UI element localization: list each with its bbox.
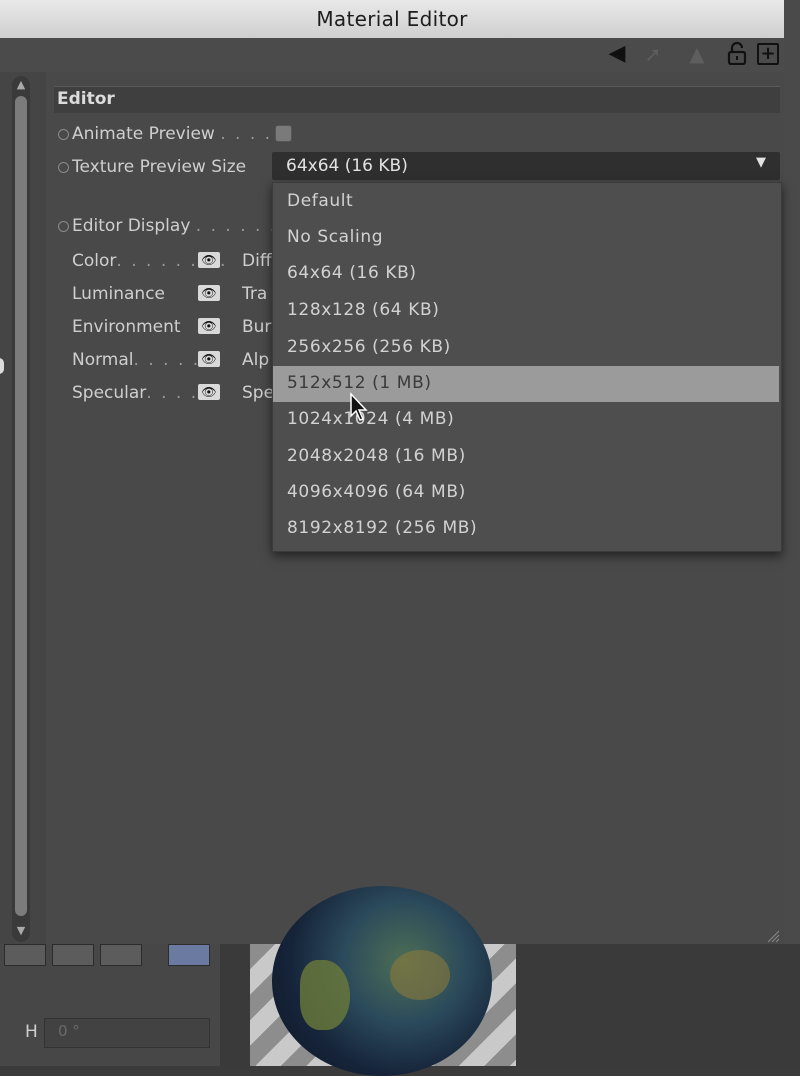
window-titlebar: Material Editor: [0, 0, 784, 39]
scroll-down-arrow-icon[interactable]: ▼: [12, 922, 30, 940]
h-rotation-value: 0 °: [58, 1022, 80, 1040]
right-edge-background: [784, 0, 800, 1066]
texture-size-dropdown-menu: Default No Scaling 64x64 (16 KB) 128x128…: [272, 182, 782, 552]
menu-item-no-scaling[interactable]: No Scaling: [273, 220, 779, 256]
channel-dots: . . . . .: [133, 350, 201, 370]
channel-label-right: Diff: [242, 251, 272, 271]
eye-icon[interactable]: 👁: [198, 252, 220, 268]
menu-item-8192[interactable]: 8192x8192 (256 MB): [273, 511, 779, 547]
animate-preview-checkbox[interactable]: [275, 125, 292, 142]
h-rotation-label: H: [25, 1022, 38, 1042]
channel-label-right: Spe: [242, 383, 275, 403]
section-header: [54, 86, 780, 113]
editor-display-dots: . . . . . .: [195, 216, 278, 236]
channel-label-right: Alp: [242, 350, 270, 370]
channel-label: Specular: [72, 383, 147, 403]
texture-preview-size-radio[interactable]: [58, 162, 69, 173]
eye-icon[interactable]: 👁: [198, 384, 220, 400]
menu-item-64[interactable]: 64x64 (16 KB): [273, 256, 779, 292]
forward-arrow-icon: ➚: [644, 42, 662, 66]
up-arrow-icon: ▲: [689, 42, 705, 66]
channel-label: Environment: [72, 317, 181, 337]
channel-row-environment: Environment: [72, 317, 181, 337]
resize-grip-icon[interactable]: [766, 928, 780, 943]
eye-icon[interactable]: 👁: [198, 351, 220, 367]
editor-display-radio[interactable]: [58, 221, 69, 232]
eye-icon[interactable]: 👁: [198, 318, 220, 334]
earth-landmass: [390, 950, 450, 1000]
window-title: Material Editor: [316, 7, 468, 31]
animate-preview-dots: . . . .: [220, 124, 273, 144]
scroll-up-arrow-icon[interactable]: ▲: [12, 76, 30, 94]
menu-item-2048[interactable]: 2048x2048 (16 MB): [273, 439, 779, 475]
back-arrow-icon[interactable]: ◀: [604, 41, 630, 67]
toolbar: ◀ ➚ ▲ +: [0, 38, 784, 73]
texture-preview-size-label: Texture Preview Size: [72, 157, 247, 177]
channel-row-specular: Specular. . . .: [72, 383, 198, 403]
animate-preview-label: Animate Preview: [72, 124, 215, 144]
menu-item-4096[interactable]: 4096x4096 (64 MB): [273, 475, 779, 511]
menu-item-label: No Scaling: [287, 227, 384, 247]
scrollbar-thumb[interactable]: [15, 96, 27, 916]
mouse-pointer-icon: [349, 392, 369, 422]
menu-item-label: 256x256 (256 KB): [287, 337, 451, 357]
menu-item-label: 1024x1024 (4 MB): [287, 409, 455, 429]
lock-icon[interactable]: [726, 41, 748, 66]
menu-item-label: 128x128 (64 KB): [287, 300, 440, 320]
menu-item-label: 4096x4096 (64 MB): [287, 482, 466, 502]
channel-label-right: Bur: [242, 317, 272, 337]
channel-label: Color: [72, 251, 117, 271]
menu-item-label: Default: [287, 191, 354, 211]
add-icon[interactable]: +: [757, 43, 779, 65]
eye-icon[interactable]: 👁: [198, 285, 220, 301]
menu-item-label: 8192x8192 (256 MB): [287, 518, 478, 538]
menu-item-256[interactable]: 256x256 (256 KB): [273, 330, 779, 366]
more-options-button[interactable]: [100, 944, 142, 966]
tool-button[interactable]: [4, 944, 46, 966]
section-title: Editor: [57, 89, 115, 109]
editor-display-row: Editor Display . . . . . .: [72, 216, 277, 236]
channel-label: Luminance: [72, 284, 166, 304]
menu-item-label: 64x64 (16 KB): [287, 263, 417, 283]
tool-button[interactable]: [168, 944, 210, 966]
chevron-down-icon[interactable]: ▼: [756, 155, 766, 170]
animate-preview-row: Animate Preview . . . .: [72, 124, 272, 144]
channel-dots: . . . .: [146, 383, 199, 403]
menu-item-label: 512x512 (1 MB): [287, 373, 432, 393]
menu-item-label: 2048x2048 (16 MB): [287, 446, 466, 466]
channel-label-right: Tra: [242, 284, 268, 304]
channel-label: Normal: [72, 350, 134, 370]
menu-item-default[interactable]: Default: [273, 184, 779, 220]
animate-preview-radio[interactable]: [58, 129, 69, 140]
menu-item-128[interactable]: 128x128 (64 KB): [273, 293, 779, 329]
tool-button[interactable]: [52, 944, 94, 966]
earth-landmass: [300, 960, 350, 1030]
editor-display-label: Editor Display: [72, 216, 191, 236]
channel-row-luminance: Luminance: [72, 284, 165, 304]
channel-row-normal: Normal. . . . .: [72, 350, 200, 370]
texture-preview-size-value: 64x64 (16 KB): [286, 156, 408, 176]
